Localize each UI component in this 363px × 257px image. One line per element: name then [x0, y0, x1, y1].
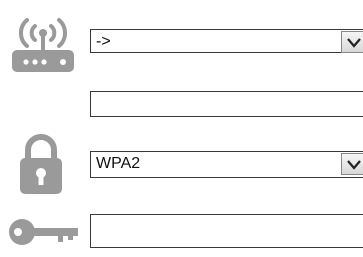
key-icon	[6, 212, 82, 252]
chevron-down-icon	[347, 38, 361, 48]
router-icon	[8, 8, 78, 74]
network-name-input[interactable]	[90, 91, 363, 117]
network-dropdown-button[interactable]	[341, 31, 363, 53]
security-key-input[interactable]	[90, 214, 363, 248]
network-select-value: ->	[96, 33, 111, 50]
chevron-down-icon	[347, 160, 361, 170]
lock-icon	[16, 130, 66, 196]
security-select-value: WPA2	[96, 155, 141, 172]
security-dropdown-button[interactable]	[341, 153, 363, 175]
network-select[interactable]: ->	[90, 29, 363, 53]
security-select[interactable]: WPA2	[90, 151, 363, 178]
